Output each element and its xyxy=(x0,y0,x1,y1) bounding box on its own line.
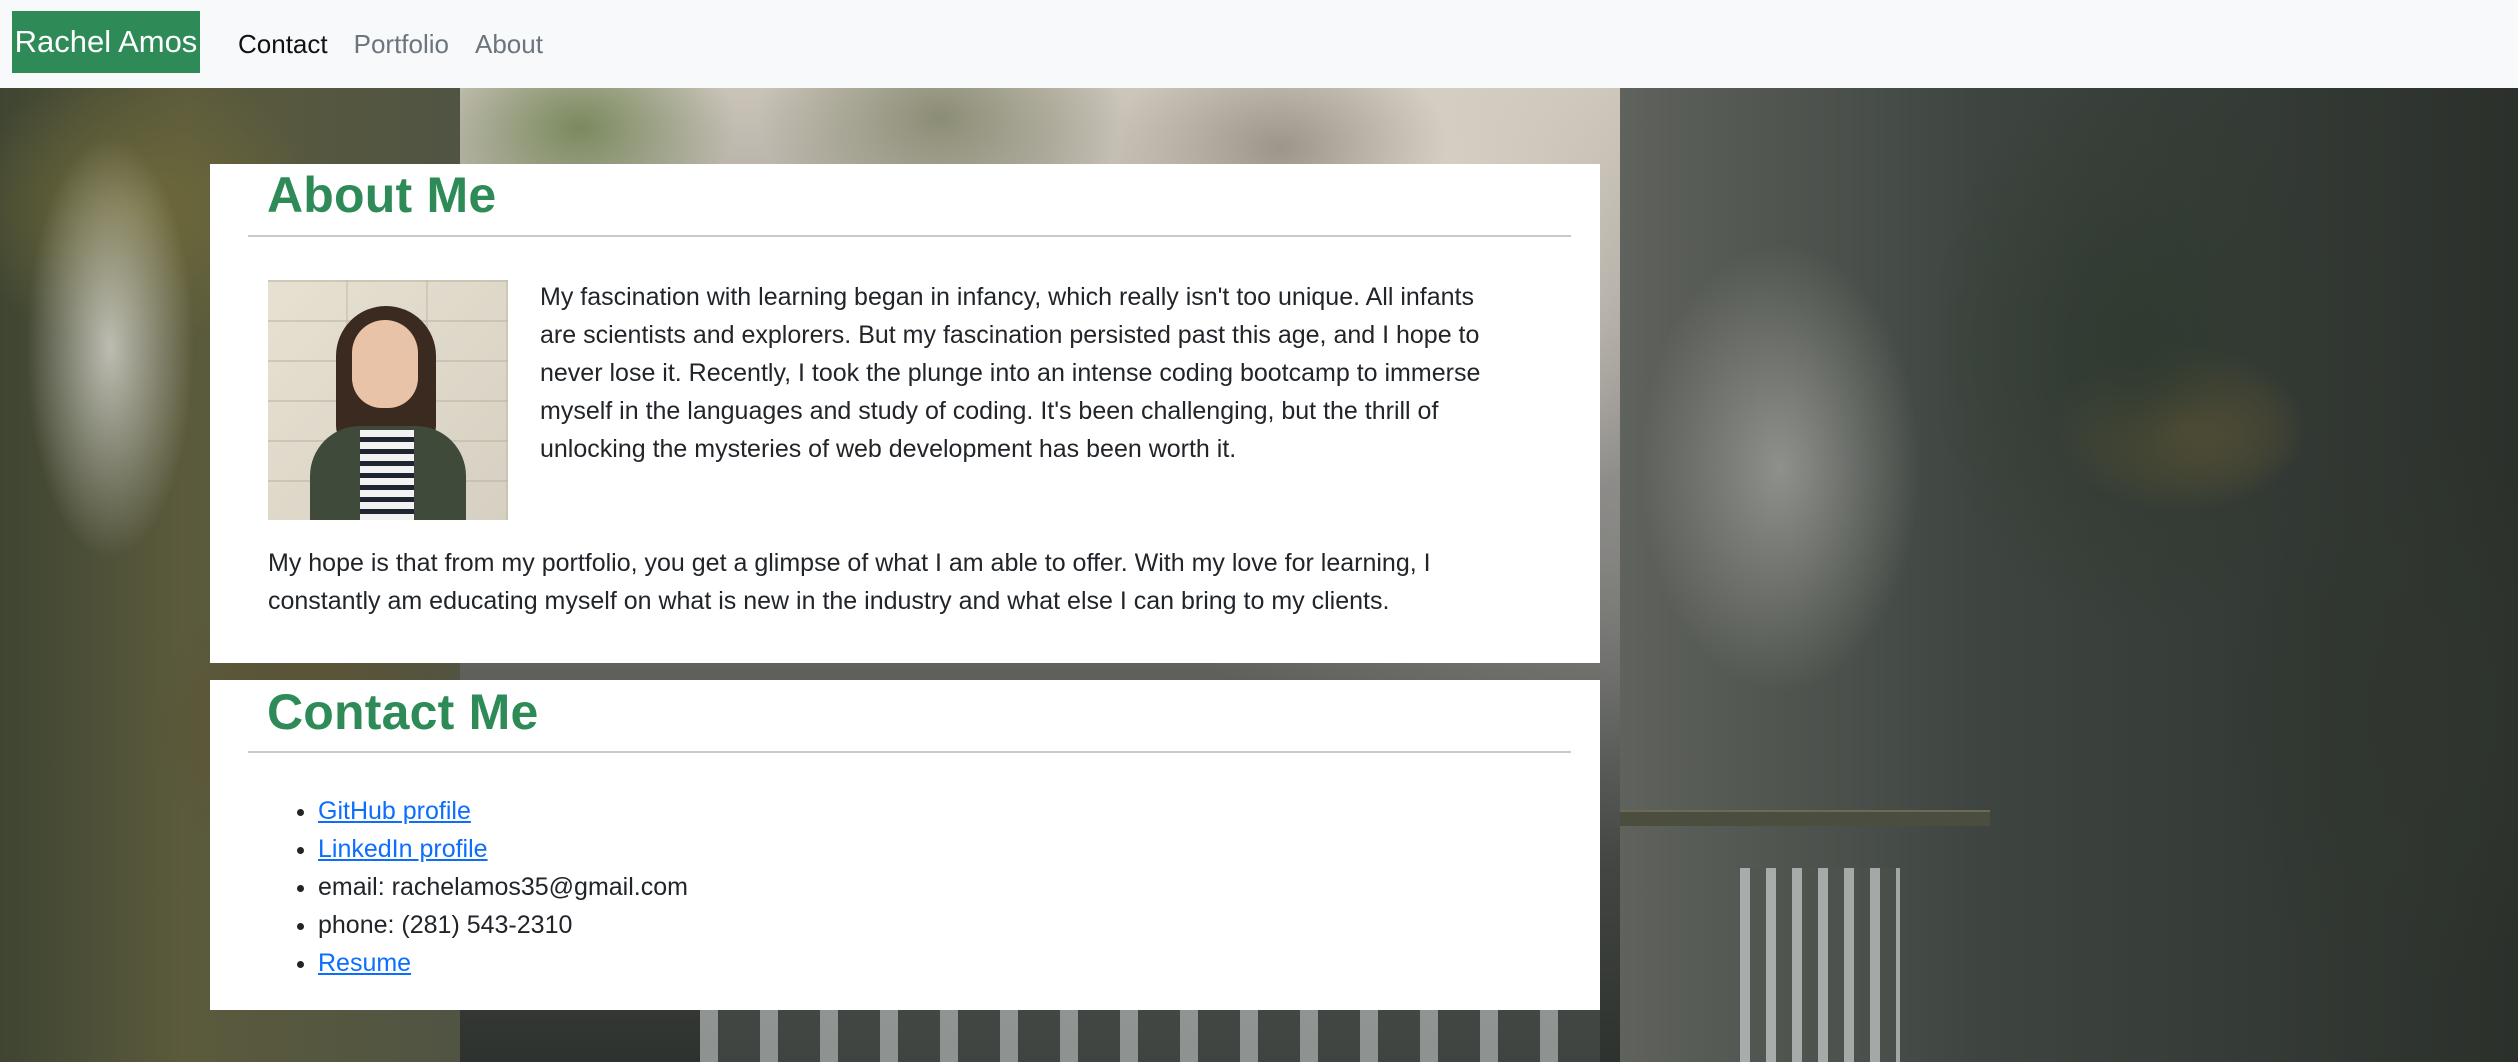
github-profile-link[interactable]: GitHub profile xyxy=(318,797,471,825)
about-heading: About Me xyxy=(267,167,497,223)
about-paragraph-1: My fascination with learning began in in… xyxy=(540,283,1481,463)
top-navbar: Rachel Amos Contact Portfolio About xyxy=(0,0,2518,88)
photo-shirt xyxy=(360,430,414,520)
contact-card: Contact Me GitHub profile LinkedIn profi… xyxy=(210,680,1600,1010)
about-paragraph-2: My hope is that from my portfolio, you g… xyxy=(268,549,1431,615)
background-waterfall-right xyxy=(1740,868,1900,1062)
list-item-linkedin: LinkedIn profile xyxy=(318,830,688,868)
list-item-resume: Resume xyxy=(318,944,688,982)
list-item-phone: phone: (281) 543-2310 xyxy=(318,906,688,944)
background-bridge xyxy=(1620,810,1990,826)
profile-photo xyxy=(268,280,508,520)
nav-links: Contact Portfolio About xyxy=(238,0,543,88)
contact-list: GitHub profile LinkedIn profile email: r… xyxy=(268,792,688,982)
photo-face xyxy=(352,320,418,408)
list-item-email: email: rachelamos35@gmail.com xyxy=(318,868,688,906)
about-divider xyxy=(248,235,1571,237)
contact-divider xyxy=(248,751,1571,753)
contact-heading: Contact Me xyxy=(267,684,539,740)
about-card: About Me My fascination with learning be… xyxy=(210,164,1600,663)
nav-link-about[interactable]: About xyxy=(475,29,543,60)
resume-link[interactable]: Resume xyxy=(318,949,411,977)
brand-link[interactable]: Rachel Amos xyxy=(12,11,200,73)
nav-link-portfolio[interactable]: Portfolio xyxy=(354,29,449,60)
list-item-github: GitHub profile xyxy=(318,792,688,830)
nav-link-contact[interactable]: Contact xyxy=(238,29,328,60)
linkedin-profile-link[interactable]: LinkedIn profile xyxy=(318,835,488,863)
